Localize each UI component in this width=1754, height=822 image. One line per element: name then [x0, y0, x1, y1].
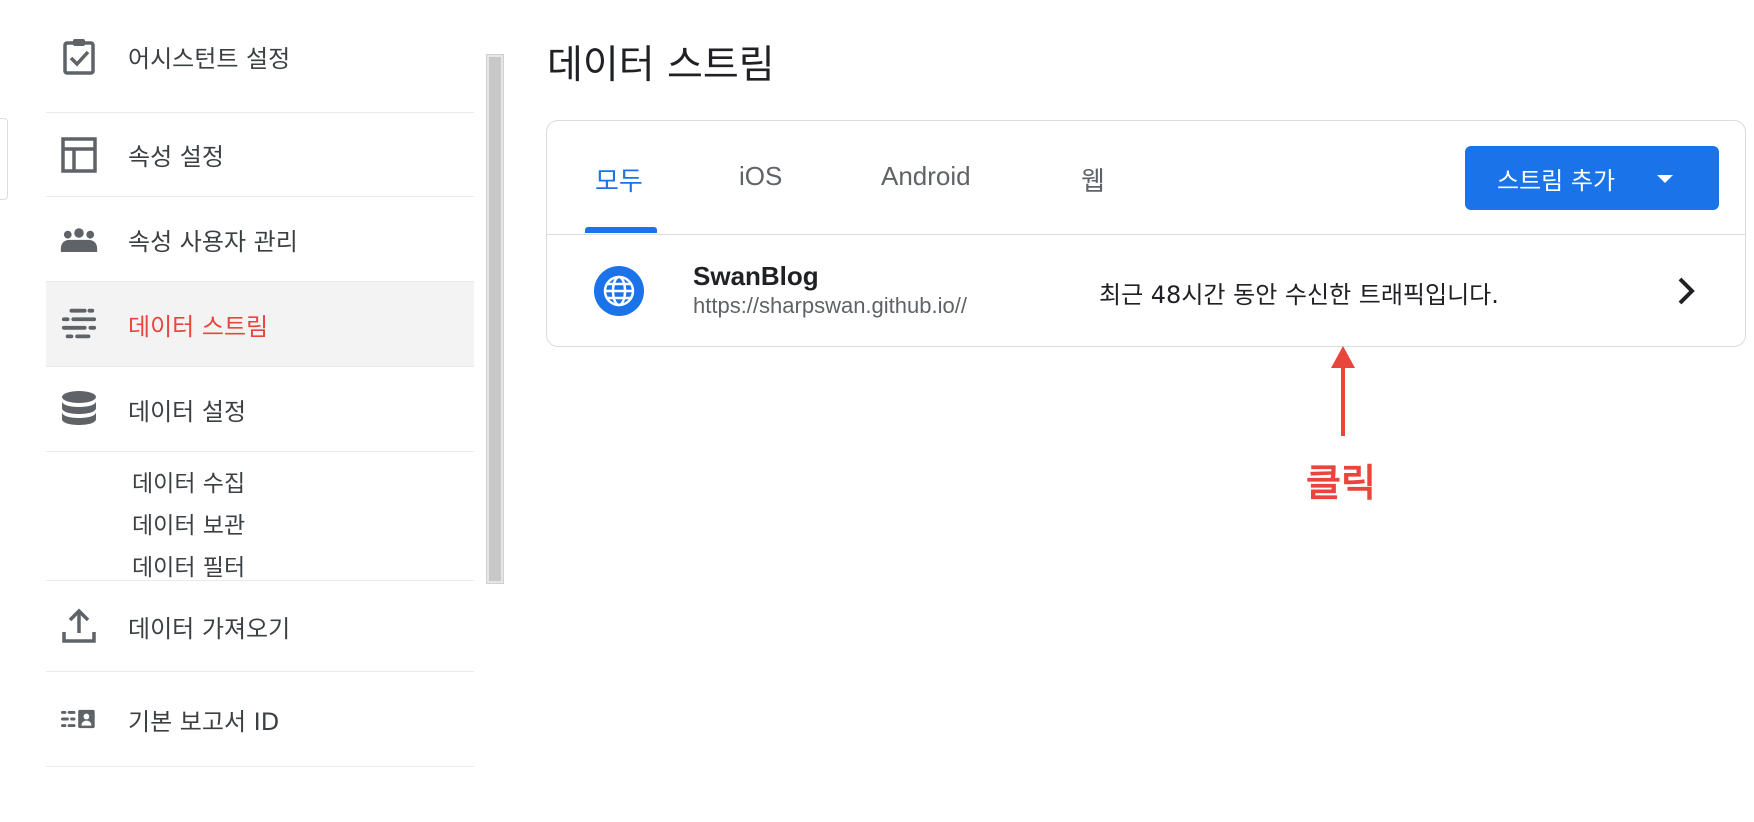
stream-row[interactable]: SwanBlog https://sharpswan.github.io// 최… — [547, 235, 1745, 347]
globe-icon — [594, 266, 644, 316]
add-stream-button[interactable]: 스트림 추가 — [1465, 146, 1719, 210]
data-streams-icon — [60, 305, 98, 343]
data-settings-submenu: 데이터 수집 데이터 보관 데이터 필터 — [46, 452, 474, 581]
people-icon — [60, 220, 98, 258]
annotation-label: 클릭 — [1306, 461, 1376, 505]
sidebar-scrollbar[interactable] — [486, 54, 504, 584]
sidebar-scrollbar-thumb[interactable] — [489, 57, 501, 581]
stream-url: https://sharpswan.github.io// — [693, 293, 967, 318]
stream-tabs: 모두 iOS Android 웹 스트림 추가 — [547, 121, 1745, 235]
sidebar-item-data-streams[interactable]: 데이터 스트림 — [46, 282, 474, 367]
sidebar-item-data-import[interactable]: 데이터 가져오기 — [46, 581, 474, 672]
submenu-item-data-retention[interactable]: 데이터 보관 — [132, 506, 245, 540]
report-id-icon — [60, 700, 98, 738]
sidebar-item-label: 어시스턴트 설정 — [128, 44, 291, 73]
sidebar-nav: 어시스턴트 설정 속성 설정 속성 사용자 관리 데이터 스트림 데이터 설정 … — [46, 0, 474, 767]
tab-ios[interactable]: iOS — [739, 161, 782, 192]
add-stream-button-label: 스트림 추가 — [1497, 166, 1616, 195]
annotation-arrow-icon — [1331, 346, 1355, 436]
data-streams-card: 모두 iOS Android 웹 스트림 추가 SwanBlog https:/… — [546, 120, 1746, 347]
clipboard-check-icon — [60, 37, 98, 75]
chevron-right-icon — [1678, 277, 1695, 305]
upload-icon — [60, 607, 98, 645]
sidebar-item-label: 데이터 설정 — [128, 397, 247, 426]
sidebar-item-property-settings[interactable]: 속성 설정 — [46, 113, 474, 197]
sidebar-item-label: 데이터 가져오기 — [128, 614, 291, 643]
tab-all[interactable]: 모두 — [595, 161, 643, 198]
stream-name: SwanBlog — [693, 261, 819, 291]
sidebar-item-default-report-id[interactable]: 기본 보고서 ID — [46, 672, 474, 767]
tab-android[interactable]: Android — [881, 161, 971, 192]
submenu-item-data-collection[interactable]: 데이터 수집 — [132, 464, 245, 498]
layout-icon — [60, 136, 98, 174]
collapsed-panel-edge[interactable] — [0, 118, 8, 200]
sidebar-item-label: 속성 사용자 관리 — [128, 227, 298, 256]
sidebar-item-label: 데이터 스트림 — [128, 312, 269, 341]
sidebar-item-label: 기본 보고서 ID — [128, 707, 280, 736]
sidebar-item-data-settings[interactable]: 데이터 설정 — [46, 367, 474, 452]
sidebar-item-assistant-settings[interactable]: 어시스턴트 설정 — [46, 0, 474, 113]
page-title: 데이터 스트림 — [547, 43, 775, 88]
stream-traffic-note: 최근 48시간 동안 수신한 트래픽입니다. — [1099, 281, 1499, 309]
database-icon — [60, 390, 98, 428]
active-tab-indicator — [585, 227, 657, 233]
sidebar-item-label: 속성 설정 — [128, 143, 224, 171]
submenu-item-data-filters[interactable]: 데이터 필터 — [132, 548, 245, 582]
tab-web[interactable]: 웹 — [1081, 161, 1105, 198]
sidebar-item-property-user-management[interactable]: 속성 사용자 관리 — [46, 197, 474, 282]
dropdown-caret-icon — [1657, 175, 1673, 183]
